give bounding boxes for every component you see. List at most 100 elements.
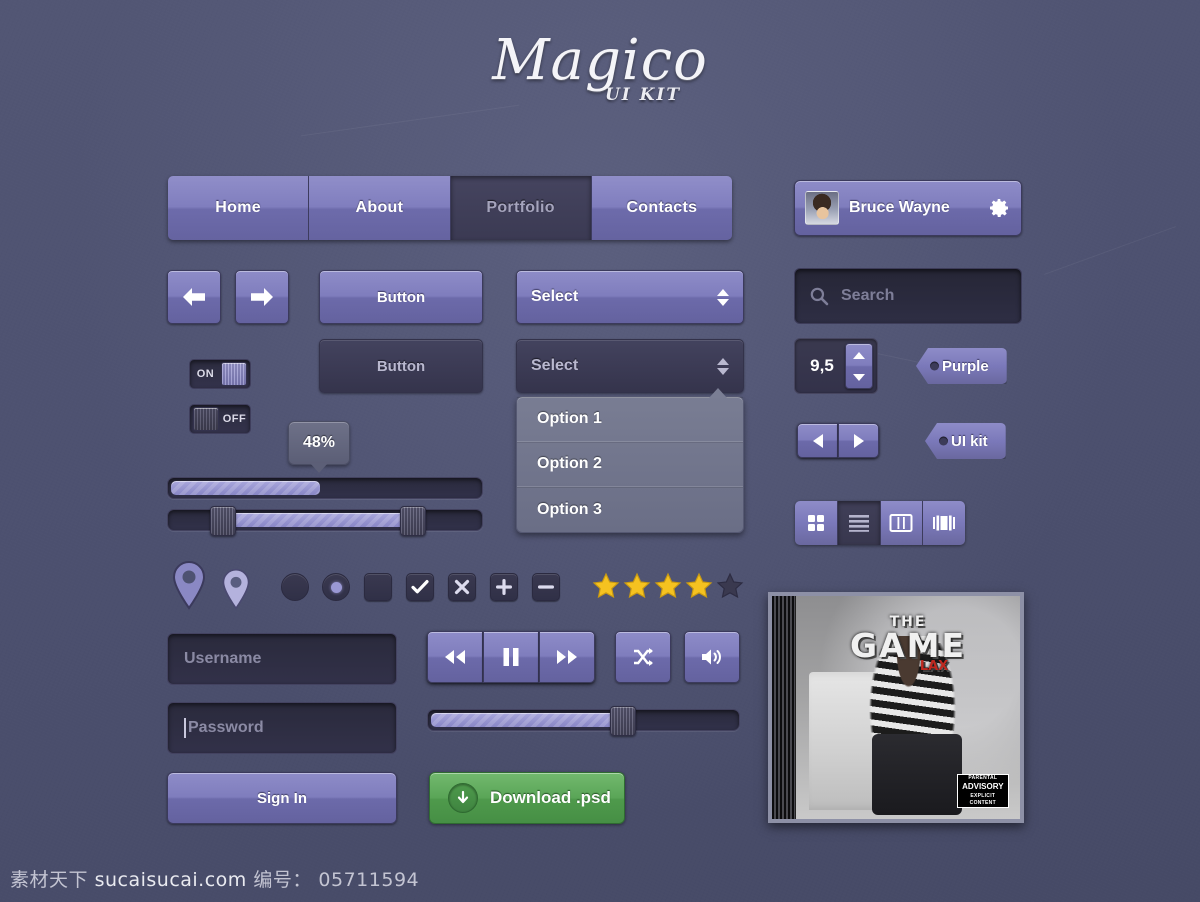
progress-fill — [171, 481, 320, 495]
scratch-decor — [301, 104, 519, 137]
user-profile-bar[interactable]: Bruce Wayne — [794, 180, 1022, 236]
select-secondary-label: Select — [531, 357, 579, 374]
stepper-buttons[interactable] — [845, 343, 873, 389]
range-fill — [226, 513, 416, 527]
dropdown-option-3[interactable]: Option 3 — [517, 487, 743, 532]
album-artwork: THE GAME LAX PARENTAL ADVISORY EXPLICIT … — [768, 592, 1024, 823]
map-pin-icon[interactable] — [220, 568, 252, 610]
parental-advisory-label: PARENTAL ADVISORY EXPLICIT CONTENT — [956, 773, 1009, 808]
map-pin-icon[interactable] — [170, 560, 208, 610]
album-title: THE GAME LAX — [796, 614, 1020, 674]
toggle-off[interactable]: OFF — [189, 404, 251, 434]
star-filled-icon[interactable] — [654, 572, 682, 600]
dropdown-option-1[interactable]: Option 1 — [517, 397, 743, 442]
close-button[interactable] — [448, 573, 476, 601]
search-icon — [810, 287, 829, 306]
player-transport — [427, 631, 595, 683]
star-empty-icon[interactable] — [716, 572, 744, 600]
password-input[interactable]: Password — [167, 702, 397, 754]
triangle-up-icon[interactable] — [853, 351, 865, 359]
pause-icon — [503, 648, 519, 666]
tag-purple[interactable]: Purple — [916, 348, 1007, 384]
back-button[interactable] — [167, 270, 221, 324]
check-icon — [411, 580, 429, 594]
pager-next-button[interactable] — [838, 423, 879, 458]
star-filled-icon[interactable] — [685, 572, 713, 600]
tag-hole-icon — [930, 361, 939, 371]
search-placeholder: Search — [841, 287, 895, 304]
tab-home[interactable]: Home — [168, 176, 310, 240]
add-button[interactable] — [490, 573, 518, 601]
dropdown-option-2[interactable]: Option 2 — [517, 442, 743, 487]
primary-button[interactable]: Button — [319, 270, 483, 324]
view-list-button[interactable] — [837, 501, 881, 545]
tab-about[interactable]: About — [309, 176, 451, 240]
select-secondary[interactable]: Select — [516, 339, 744, 393]
user-name: Bruce Wayne — [849, 199, 950, 216]
radio-checked[interactable] — [322, 573, 350, 601]
toggle-on-label: ON — [196, 368, 215, 380]
range-slider[interactable] — [167, 506, 483, 536]
forward-button[interactable] — [235, 270, 289, 324]
star-filled-icon[interactable] — [623, 572, 651, 600]
rewind-icon — [445, 650, 465, 664]
shuffle-button[interactable] — [615, 631, 671, 683]
fast-forward-button[interactable] — [539, 631, 595, 683]
progress-bar — [167, 477, 483, 499]
minus-icon — [538, 585, 554, 589]
username-input[interactable]: Username — [167, 633, 397, 685]
coverflow-view-icon — [933, 515, 956, 531]
tab-contacts[interactable]: Contacts — [591, 176, 732, 240]
range-handle-max[interactable] — [400, 506, 426, 536]
secondary-button[interactable]: Button — [319, 339, 483, 393]
seek-handle[interactable] — [610, 706, 637, 736]
toggle-off-label: OFF — [222, 413, 247, 425]
arrow-right-icon — [251, 288, 273, 306]
logo-subtitle: UI KIT — [604, 85, 682, 105]
range-handle-min[interactable] — [210, 506, 236, 536]
star-rating[interactable] — [592, 572, 744, 600]
checkbox-unchecked[interactable] — [364, 573, 392, 601]
view-columns-button[interactable] — [880, 501, 924, 545]
number-stepper[interactable]: 9,5 — [794, 338, 878, 394]
pager-prev-button[interactable] — [797, 423, 838, 458]
select-primary[interactable]: Select — [516, 270, 744, 324]
triangle-down-icon[interactable] — [853, 373, 865, 381]
rewind-button[interactable] — [427, 631, 483, 683]
volume-button[interactable] — [684, 631, 740, 683]
download-psd-button[interactable]: Download .psd — [429, 772, 625, 824]
select-primary-label: Select — [531, 288, 579, 305]
pause-button[interactable] — [483, 631, 539, 683]
star-filled-icon[interactable] — [592, 572, 620, 600]
chevron-updown-icon — [717, 288, 729, 306]
toggle-knob[interactable] — [221, 362, 247, 386]
logo-title: Magico — [492, 28, 708, 93]
search-field[interactable]: Search — [794, 268, 1022, 324]
fast-forward-icon — [557, 650, 577, 664]
toggle-on[interactable]: ON — [189, 359, 251, 389]
username-placeholder: Username — [184, 650, 262, 667]
plus-icon — [496, 579, 512, 595]
footer-watermark: 素材天下 sucaisucai.com 编号： 05711594 — [10, 865, 419, 892]
view-grid-button[interactable] — [795, 501, 838, 545]
remove-button[interactable] — [532, 573, 560, 601]
sign-in-button[interactable]: Sign In — [167, 772, 397, 824]
close-x-icon — [454, 579, 470, 595]
tag-uikit-label: UI kit — [951, 432, 988, 450]
column-view-icon — [889, 514, 913, 532]
primary-button-label: Button — [376, 288, 426, 306]
dropdown-menu: Option 1 Option 2 Option 3 — [516, 388, 744, 533]
toggle-knob[interactable] — [193, 407, 219, 431]
seek-slider[interactable] — [427, 706, 740, 736]
view-coverflow-button[interactable] — [923, 501, 965, 545]
gear-icon[interactable] — [987, 196, 1011, 220]
advisory-top: PARENTAL — [968, 775, 998, 782]
brand-logo: Magico UI KIT — [0, 28, 1200, 105]
tab-portfolio[interactable]: Portfolio — [450, 176, 592, 240]
checkbox-checked[interactable] — [406, 573, 434, 601]
radio-unchecked[interactable] — [281, 573, 309, 601]
list-view-icon — [848, 515, 869, 532]
main-navigation: Home About Portfolio Contacts — [168, 176, 732, 240]
triangle-right-icon — [853, 433, 864, 448]
tag-uikit[interactable]: UI kit — [925, 423, 1006, 459]
